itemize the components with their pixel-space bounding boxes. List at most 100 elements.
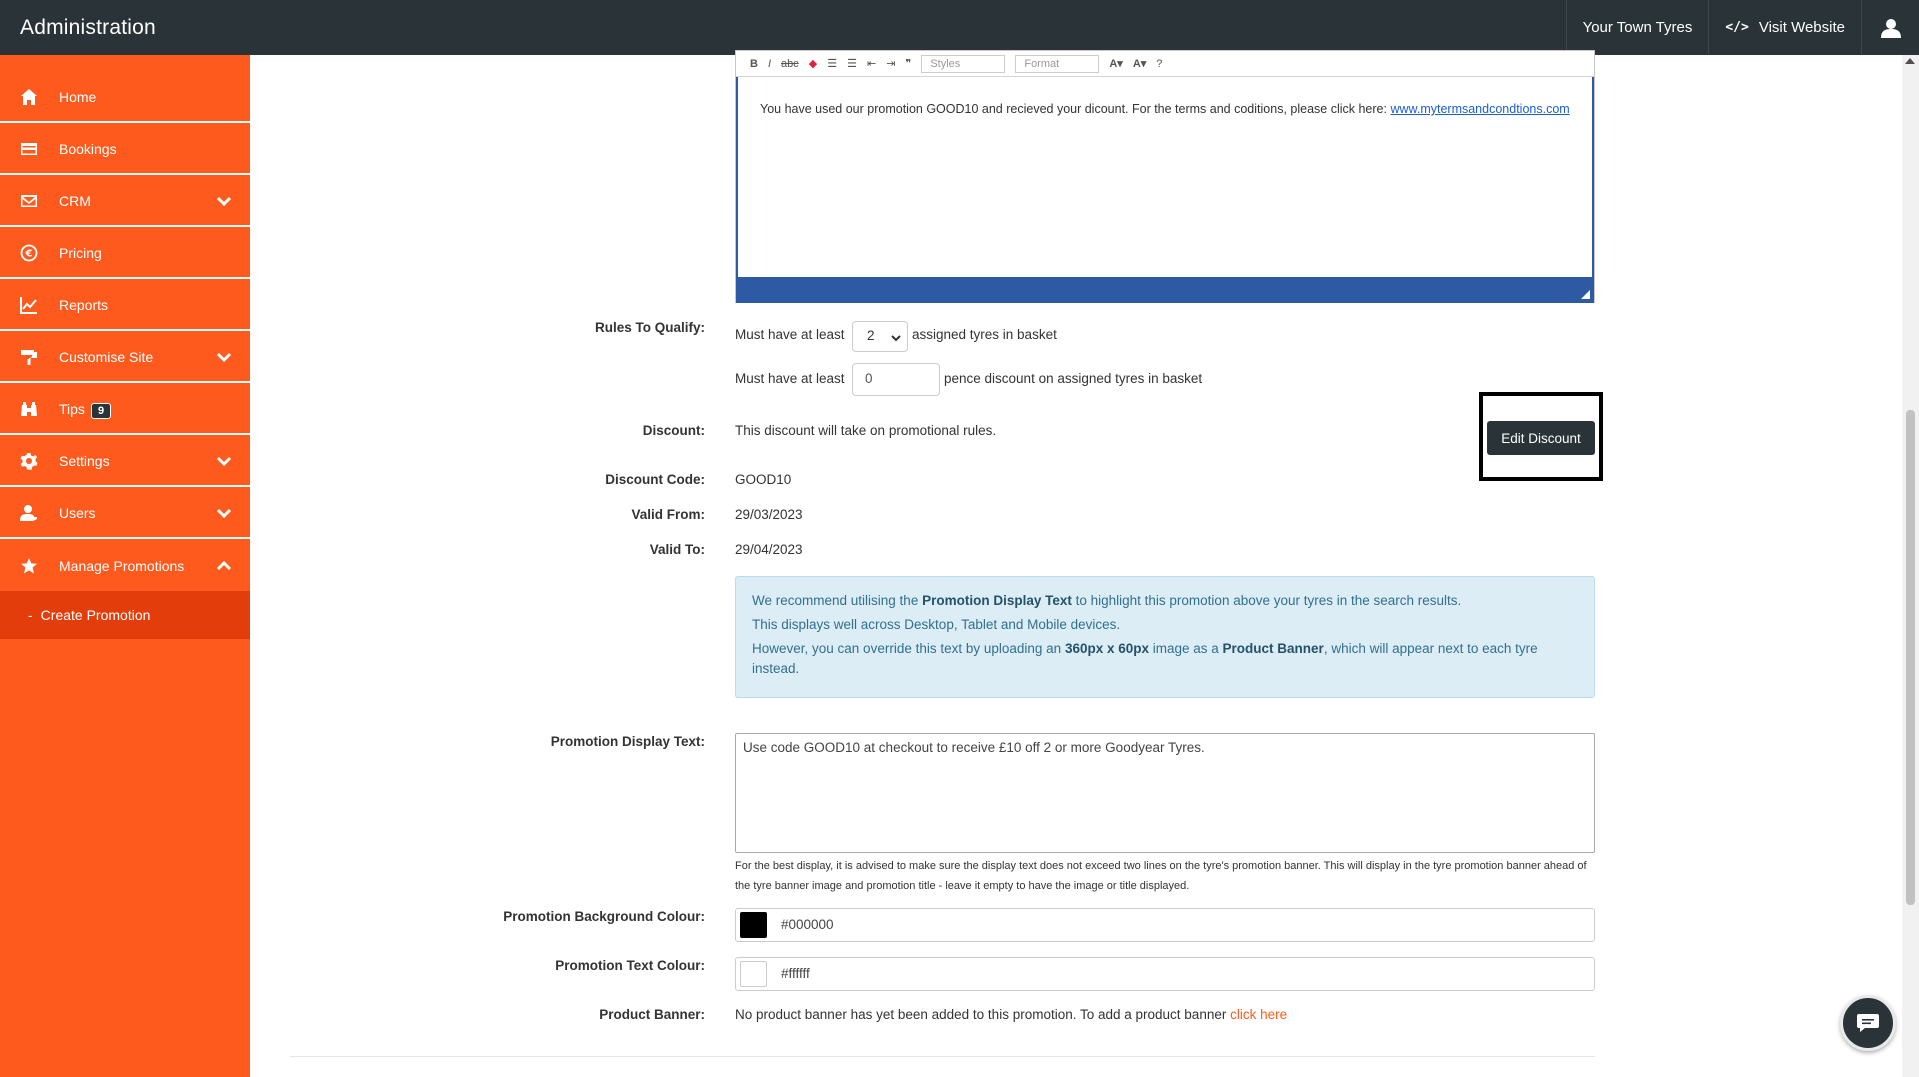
styles-select[interactable]: Styles: [921, 54, 1006, 73]
bullet-list-icon[interactable]: ☰: [847, 57, 857, 70]
text-colour-swatch[interactable]: [740, 961, 767, 987]
users-icon: [19, 504, 39, 522]
display-text-help: For the best display, it is advised to m…: [735, 860, 1587, 892]
sidebar-item-label: Bookings: [59, 141, 117, 157]
chevron-down-icon[interactable]: [216, 505, 232, 521]
rich-text-editor[interactable]: B I abc ◆ ☰ ☰ ⇤ ⇥ ❞ Styles Format A▾ A▾ …: [735, 50, 1595, 303]
scrollbar-thumb[interactable]: [1906, 410, 1915, 905]
envelope-icon: [19, 192, 39, 210]
sidebar: Home Bookings CRM € Pricing Reports Cust…: [0, 55, 250, 1077]
bg-colour-value: #000000: [781, 917, 834, 932]
rules-label: Rules To Qualify:: [594, 320, 705, 335]
euro-icon: €: [19, 244, 39, 262]
text-color-icon[interactable]: A▾: [1109, 57, 1122, 70]
chat-icon: [1857, 1014, 1879, 1032]
sidebar-subitem-label: Create Promotion: [40, 607, 151, 623]
chevron-down-icon[interactable]: [216, 453, 232, 469]
paint-roller-icon: [19, 348, 39, 366]
min-tyres-select[interactable]: 2: [852, 321, 908, 352]
indent-icon[interactable]: ⇥: [886, 57, 895, 70]
format-select[interactable]: Format: [1015, 54, 1100, 73]
chat-button[interactable]: [1840, 995, 1896, 1051]
editor-status-bar: [736, 277, 1594, 303]
chevron-down-icon[interactable]: [216, 193, 232, 209]
discount-code-label: Discount Code:: [605, 472, 705, 487]
product-banner-value: No product banner has yet been added to …: [735, 1007, 1287, 1022]
bg-colour-swatch[interactable]: [740, 912, 767, 938]
discount-code-value: GOOD10: [735, 472, 792, 487]
info-line-2: This displays well across Desktop, Table…: [752, 617, 1121, 632]
user-menu-button[interactable]: [1861, 0, 1919, 55]
sidebar-item-label: Manage Promotions: [59, 558, 185, 574]
tips-label: Tips: [59, 401, 85, 417]
sidebar-item-tips[interactable]: Tips 9: [0, 385, 250, 435]
dash-icon: -: [28, 607, 33, 623]
text-colour-value: #ffffff: [781, 966, 810, 981]
gear-icon: [19, 452, 39, 470]
display-text-label: Promotion Display Text:: [550, 734, 705, 749]
sidebar-item-customise-site[interactable]: Customise Site: [0, 333, 250, 383]
info-text: image as a: [1149, 641, 1223, 656]
chevron-down-icon[interactable]: [216, 349, 232, 365]
info-text: However, you can override this text by u…: [752, 641, 1065, 656]
bold-icon[interactable]: B: [750, 58, 758, 70]
editor-toolbar: B I abc ◆ ☰ ☰ ⇤ ⇥ ❞ Styles Format A▾ A▾ …: [736, 51, 1594, 77]
editor-body-text: You have used our promotion GOOD10 and r…: [760, 102, 1391, 116]
display-text-textarea[interactable]: Use code GOOD10 at checkout to receive £…: [735, 733, 1595, 853]
star-icon: [19, 557, 39, 575]
rule1-suffix: assigned tyres in basket: [912, 327, 1057, 342]
info-bold-text: Product Banner: [1222, 641, 1324, 656]
edit-discount-button[interactable]: Edit Discount: [1487, 421, 1595, 455]
sidebar-item-users[interactable]: Users: [0, 489, 250, 539]
sidebar-item-manage-promotions[interactable]: Manage Promotions: [0, 541, 250, 591]
sidebar-item-label: CRM: [59, 193, 91, 209]
chevron-up-icon[interactable]: [216, 558, 232, 574]
valid-to-value: 29/04/2023: [735, 542, 803, 557]
sidebar-item-label: Settings: [59, 453, 110, 469]
background-color-icon[interactable]: A▾: [1133, 57, 1146, 70]
sidebar-item-reports[interactable]: Reports: [0, 281, 250, 331]
valid-to-label: Valid To:: [649, 542, 705, 557]
strikethrough-icon[interactable]: abc: [781, 58, 799, 70]
shop-name-link[interactable]: Your Town Tyres: [1565, 0, 1709, 55]
info-text: to highlight this promotion above your t…: [1071, 593, 1462, 608]
sidebar-item-pricing[interactable]: € Pricing: [0, 229, 250, 279]
info-text: We recommend utilising the: [752, 593, 923, 608]
help-icon[interactable]: ?: [1156, 58, 1162, 70]
rule2-prefix: Must have at least: [735, 371, 845, 386]
tips-count-badge: 9: [90, 403, 112, 419]
sidebar-item-home[interactable]: Home: [0, 73, 250, 123]
sidebar-item-crm[interactable]: CRM: [0, 177, 250, 227]
numbered-list-icon[interactable]: ☰: [827, 57, 837, 70]
info-bold-text: Promotion Display Text: [922, 593, 1072, 608]
italic-icon[interactable]: I: [768, 58, 771, 70]
rule1-prefix: Must have at least: [735, 327, 845, 342]
sidebar-subitem-create-promotion[interactable]: - Create Promotion: [0, 591, 250, 639]
terms-link[interactable]: www.mytermsandcondtions.com: [1390, 102, 1569, 116]
text-colour-input[interactable]: #ffffff: [735, 957, 1595, 991]
eraser-icon[interactable]: ◆: [809, 57, 817, 70]
scroll-up-icon[interactable]: [1905, 58, 1915, 64]
outdent-icon[interactable]: ⇤: [867, 57, 876, 70]
bg-colour-label: Promotion Background Colour:: [503, 909, 705, 924]
add-banner-link[interactable]: click here: [1230, 1007, 1287, 1022]
info-bold-text: 360px x 60px: [1064, 641, 1149, 656]
text-colour-label: Promotion Text Colour:: [555, 958, 705, 973]
product-banner-label: Product Banner:: [599, 1007, 705, 1022]
bg-colour-input[interactable]: #000000: [735, 908, 1595, 942]
card-icon: [19, 140, 39, 158]
resize-handle-icon[interactable]: [1581, 290, 1590, 299]
sidebar-item-label: Users: [59, 505, 96, 521]
sidebar-item-bookings[interactable]: Bookings: [0, 125, 250, 175]
pence-discount-input[interactable]: 0: [852, 363, 940, 396]
valid-from-label: Valid From:: [631, 507, 705, 522]
sidebar-item-label: Pricing: [59, 245, 102, 261]
blockquote-icon[interactable]: ❞: [905, 57, 911, 70]
editor-content[interactable]: You have used our promotion GOOD10 and r…: [736, 77, 1594, 277]
info-alert: We recommend utilising the Promotion Dis…: [735, 576, 1595, 698]
divider: [290, 1056, 1595, 1057]
sidebar-item-label: Reports: [59, 297, 109, 313]
visit-website-link[interactable]: </> Visit Website: [1708, 0, 1861, 55]
binoculars-icon: [19, 400, 39, 418]
sidebar-item-settings[interactable]: Settings: [0, 437, 250, 487]
